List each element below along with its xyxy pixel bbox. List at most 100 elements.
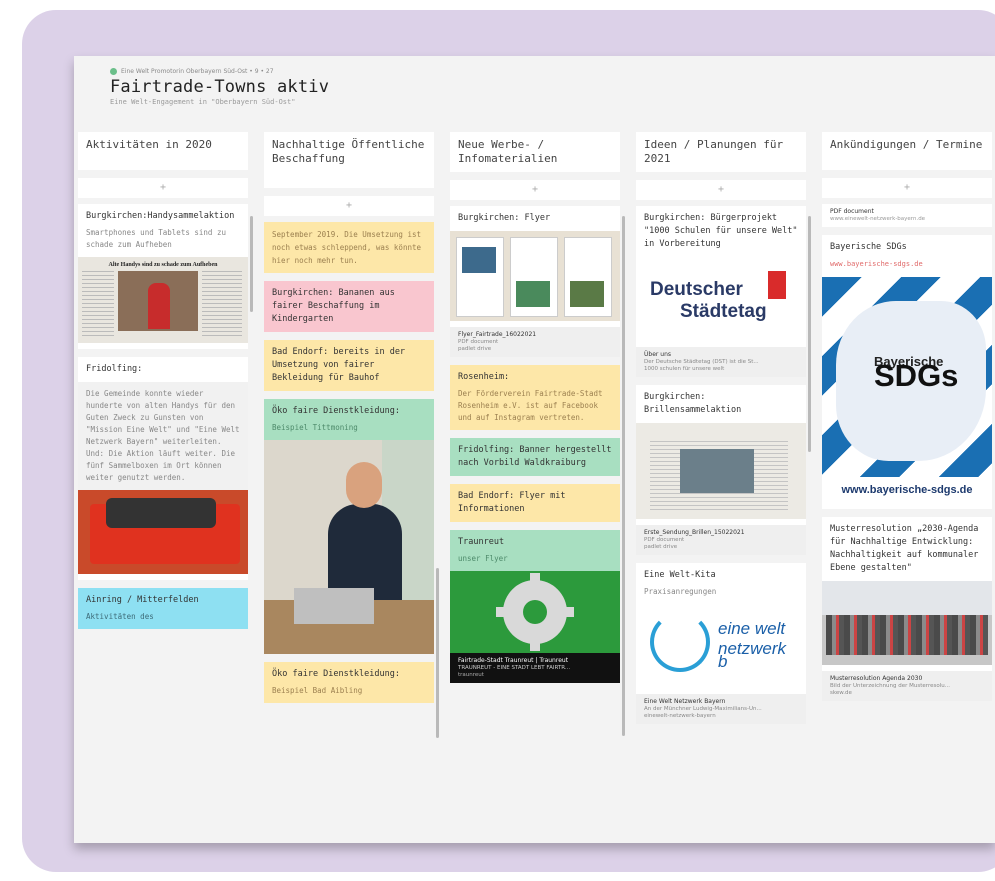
- person-head: [346, 462, 382, 508]
- flyer-photo: [570, 281, 604, 307]
- column-header: Neue Werbe- / Infomaterialien: [450, 132, 620, 172]
- attachment-source: einewelt-netzwerk-bayern: [644, 713, 716, 719]
- link-preview[interactable]: Fairtrade-Stadt Traunreut | Traunreut TR…: [450, 653, 620, 683]
- post-card[interactable]: September 2019. Die Umsetzung ist noch e…: [264, 222, 434, 273]
- post-title: Musterresolution „2030-Agenda für Nachha…: [830, 524, 979, 573]
- flyer-photo: [462, 247, 496, 273]
- post-card[interactable]: Bad Endorf: Flyer mit Informationen: [450, 484, 620, 522]
- post-title: Bad Endorf: bereits in der Umsetzung von…: [272, 347, 406, 383]
- add-post-button[interactable]: +: [636, 180, 806, 200]
- staedtetag-logo: Deutscher Städtetag: [644, 251, 798, 341]
- column-header: Ideen / Planungen für 2021: [636, 132, 806, 172]
- attachment-source: padlet drive: [458, 346, 492, 352]
- attachment[interactable]: Über uns Der Deutsche Städtetag (DST) is…: [636, 347, 806, 377]
- attachment-type: PDF document: [830, 208, 874, 215]
- attachment-type: Der Deutsche Städtetag (DST) ist die St.…: [644, 359, 759, 365]
- link-description: TRAUNREUT - EINE STADT LEBT FAIRTR...: [458, 665, 571, 671]
- board-header: Eine Welt Promotorin Oberbayern Süd-Ost …: [110, 68, 710, 106]
- scrollbar[interactable]: [436, 568, 439, 738]
- column-header: Ankündigungen / Termine: [822, 132, 992, 170]
- globe-icon: [650, 612, 710, 672]
- attachment-type: Bild der Unterzeichnung der Musterresolu…: [830, 683, 950, 689]
- newspaper-image: [636, 423, 806, 519]
- post-card[interactable]: Burgkirchen:Handysammelaktion Smartphone…: [78, 204, 248, 349]
- attachment-type: An der Münchner Ludwig-Maximilians-Un...: [644, 706, 762, 712]
- scrollbar[interactable]: [622, 216, 625, 736]
- crowd: [826, 615, 988, 655]
- post-card[interactable]: Öko faire Dienstkleidung: Beispiel Tittm…: [264, 399, 434, 440]
- newspaper-text: [82, 271, 114, 337]
- column-ideen: Ideen / Planungen für 2021 + Burgkirchen…: [636, 132, 806, 843]
- attachment-type: PDF document: [458, 339, 499, 345]
- post-title: Fridolfing: Banner hergestellt nach Vorb…: [458, 445, 612, 468]
- scrollbar[interactable]: [250, 216, 253, 312]
- post-body: unser Flyer: [458, 554, 508, 563]
- post-card[interactable]: Burgkirchen: Bananen aus fairer Beschaff…: [264, 281, 434, 332]
- add-post-button[interactable]: +: [450, 180, 620, 200]
- post-card[interactable]: Burgkirchen: Bürgerprojekt "1000 Schulen…: [636, 206, 806, 377]
- attachment-source: 1000 schulen für unsere welt: [644, 366, 725, 372]
- post-card[interactable]: Burgkirchen: Flyer Flyer_Fairtrade_16022…: [450, 206, 620, 357]
- post-card[interactable]: PDF document www.einewelt-netzwerk-bayer…: [822, 204, 992, 227]
- post-title: Traunreut: [458, 537, 505, 547]
- newspaper-image: Alte Handys sind zu schade zum Aufheben: [78, 257, 248, 343]
- post-card[interactable]: Eine Welt-Kita Praxisanregungen eine wel…: [636, 563, 806, 724]
- attachment-name: Flyer_Fairtrade_16022021: [458, 331, 537, 338]
- post-card[interactable]: Rosenheim: Der Förderverein Fairtrade-St…: [450, 365, 620, 430]
- column-aktivitaeten: Aktivitäten in 2020 + Burgkirchen:Handys…: [78, 132, 248, 843]
- post-card[interactable]: Bad Endorf: bereits in der Umsetzung von…: [264, 340, 434, 391]
- logo-text: Deutscher: [650, 279, 743, 300]
- post-card[interactable]: Fridolfing: Die Gemeinde konnte wieder h…: [78, 357, 248, 580]
- add-post-button[interactable]: +: [822, 178, 992, 198]
- post-title: September 2019. Die Umsetzung ist noch e…: [272, 230, 422, 265]
- post-body: Smartphones und Tablets sind zu schade z…: [86, 228, 226, 249]
- logo-text: Städtetag: [680, 301, 767, 322]
- post-body: Der Förderverein Fairtrade-Stadt Rosenhe…: [458, 389, 603, 422]
- logo-castle-icon: [768, 271, 786, 299]
- link-title: Fairtrade-Stadt Traunreut | Traunreut: [458, 657, 569, 664]
- photo-person: [148, 283, 170, 329]
- logo-url-text: www.bayerische-sdgs.de: [822, 477, 992, 503]
- column-termine: Ankündigungen / Termine + PDF document w…: [822, 132, 992, 843]
- logo-text: eine welt: [718, 619, 786, 638]
- post-body: Praxisanregungen: [644, 587, 717, 596]
- attachment[interactable]: Eine Welt Netzwerk Bayern An der Münchne…: [636, 694, 806, 724]
- post-card[interactable]: Traunreut unser Flyer Fairtrade-Stadt Tr…: [450, 530, 620, 683]
- post-card[interactable]: Öko faire Dienstkleidung: Beispiel Bad A…: [264, 662, 434, 703]
- scrollbar[interactable]: [808, 216, 811, 452]
- attachment[interactable]: Erste_Sendung_Brillen_15022021 PDF docum…: [636, 525, 806, 555]
- laptop: [294, 588, 374, 624]
- column-header: Aktivitäten in 2020: [78, 132, 248, 170]
- column-beschaffung: Nachhaltige Öffentliche Beschaffung + Se…: [264, 132, 434, 843]
- attachment-type: PDF document: [644, 537, 685, 543]
- post-body: Aktivitäten des: [86, 612, 154, 621]
- attachment-name: Eine Welt Netzwerk Bayern: [644, 698, 726, 705]
- column-werbematerialien: Neue Werbe- / Infomaterialien + Burgkirc…: [450, 132, 620, 843]
- page-subtitle: Eine Welt-Engagement in "Oberbayern Süd-…: [110, 98, 296, 106]
- post-card[interactable]: Burgkirchen: Brillensammelaktion Erste_S…: [636, 385, 806, 555]
- flyer-photo: [516, 281, 550, 307]
- post-card[interactable]: Fridolfing: Banner hergestellt nach Vorb…: [450, 438, 620, 476]
- board-meta: Eine Welt Promotorin Oberbayern Süd-Ost …: [110, 68, 710, 75]
- attachment-name: Über uns: [644, 351, 671, 358]
- post-title: Burgkirchen: Bananen aus fairer Beschaff…: [272, 288, 395, 324]
- group-photo: [822, 581, 992, 665]
- phones-pile: [106, 498, 216, 528]
- attachment[interactable]: Musterresolution Agenda 2030 Bild der Un…: [822, 671, 992, 701]
- newspaper-text: [202, 271, 242, 337]
- post-card[interactable]: Ainring / Mitterfelden Aktivitäten des: [78, 588, 248, 629]
- attachment[interactable]: Flyer_Fairtrade_16022021 PDF document pa…: [450, 327, 620, 357]
- add-post-button[interactable]: +: [264, 196, 434, 216]
- post-link[interactable]: www.bayerische-sdgs.de: [830, 258, 984, 271]
- post-card[interactable]: Musterresolution „2030-Agenda für Nachha…: [822, 517, 992, 701]
- netzwerk-logo: eine welt netzwerk b: [644, 598, 798, 688]
- post-title: Burgkirchen: Brillensammelaktion: [644, 392, 742, 415]
- add-post-button[interactable]: +: [78, 178, 248, 198]
- newspaper-photo: [680, 449, 754, 493]
- post-card[interactable]: Bayerische SDGs www.bayerische-sdgs.de B…: [822, 235, 992, 509]
- attachment-source: skew.de: [830, 690, 852, 696]
- post-title: Öko faire Dienstkleidung:: [272, 669, 400, 679]
- post-title: Fridolfing:: [86, 364, 143, 374]
- column-header: Nachhaltige Öffentliche Beschaffung: [264, 132, 434, 188]
- post-title: Burgkirchen:Handysammelaktion: [86, 211, 235, 221]
